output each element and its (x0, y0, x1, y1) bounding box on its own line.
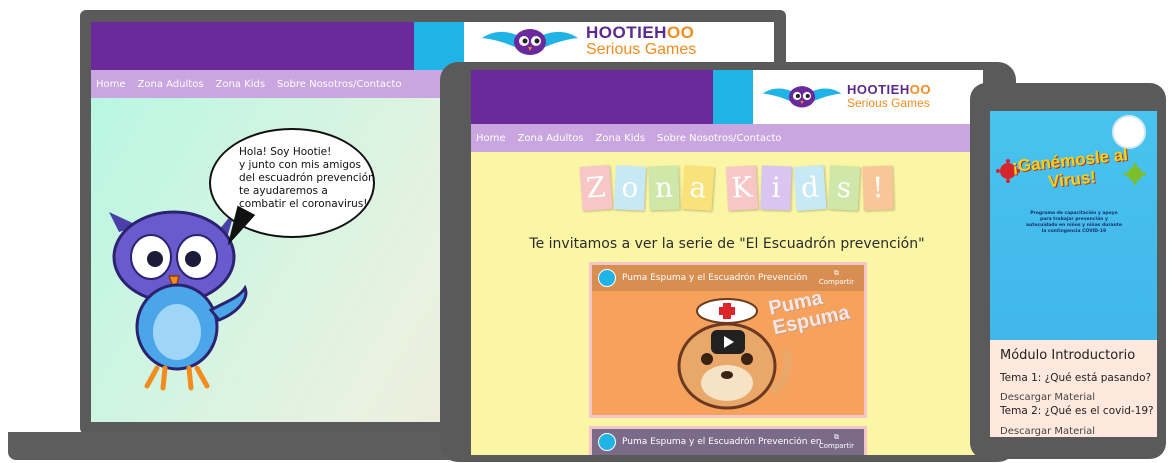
speech-line: del escuadrón prevención (239, 172, 375, 184)
brand-name: HOOTIEHOO (847, 81, 931, 97)
banner-letter: Z (579, 165, 613, 211)
header-logo-area: HOOTIEHOO Serious Games (753, 70, 983, 124)
banner-letter: o (613, 165, 647, 211)
banner-letter: d (793, 165, 827, 211)
brand-tagline: Serious Games (586, 41, 697, 58)
owl-logo-icon (482, 29, 578, 55)
header-bar (91, 22, 414, 70)
banner-letter: K (725, 165, 759, 211)
main-nav: Home Zona Adultos Zona Kids Sobre Nosotr… (471, 124, 983, 152)
banner-letter: s (827, 165, 861, 211)
speech-line: Hola! Soy Hootie! (239, 146, 332, 158)
lesson-link[interactable]: Tema 1: ¿Qué está pasando? (1000, 372, 1151, 384)
header-accent (713, 70, 753, 124)
share-icon: ⧉ (833, 269, 839, 277)
video-header: Puma Espuma y el Escuadrón Prevención en… (592, 429, 864, 455)
nav-sobre-nosotros[interactable]: Sobre Nosotros/Contacto (277, 79, 402, 90)
brand-logo[interactable]: HOOTIEHOO Serious Games (761, 82, 931, 110)
brand-tagline: Serious Games (847, 95, 930, 110)
speech-line: combatir el coronavirus! (239, 198, 368, 210)
brand-logo[interactable]: HOOTIEHOO Serious Games (480, 24, 696, 58)
channel-avatar (598, 433, 616, 451)
owl-logo-icon (762, 86, 842, 108)
speech-line: te ayudaremos a (239, 185, 328, 197)
share-icon: ⧉ (833, 433, 839, 441)
video-embed[interactable]: Puma Espuma y el Escuadrón Prevención en… (589, 426, 867, 455)
header-bar (471, 70, 713, 124)
play-button[interactable] (711, 330, 745, 354)
module-title: Módulo Introductorio (1000, 348, 1136, 363)
video-title[interactable]: Puma Espuma y el Escuadrón Prevención (622, 273, 808, 283)
tablet-viewport: HOOTIEHOO Serious Games Home Zona Adulto… (471, 70, 983, 455)
banner-letter: a (681, 165, 715, 211)
nav-home[interactable]: Home (476, 133, 506, 144)
lesson-link[interactable]: Tema 2: ¿Qué es el covid-19? (1000, 405, 1154, 417)
channel-avatar (598, 269, 616, 287)
nav-zona-kids[interactable]: Zona Kids (596, 133, 646, 144)
nav-zona-adultos[interactable]: Zona Adultos (138, 79, 204, 90)
speech-line: y junto con mis amigos (239, 159, 361, 171)
laptop-base (8, 432, 478, 460)
nav-sobre-nosotros[interactable]: Sobre Nosotros/Contacto (657, 133, 782, 144)
section-subtitle: Te invitamos a ver la serie de "El Escua… (529, 236, 925, 252)
zona-kids-banner: Z o n a K i d s ! (579, 165, 894, 211)
nav-zona-kids[interactable]: Zona Kids (216, 79, 266, 90)
hero-banner: ¡Ganémosle al Virus! Programa de capacit… (990, 111, 1157, 340)
puma-character-icon (677, 298, 792, 410)
brand-name: HOOTIEHOO (586, 23, 695, 42)
download-link[interactable]: Descargar Material (1000, 392, 1095, 403)
video-title[interactable]: Puma Espuma y el Escuadrón Prevención en… (622, 437, 822, 447)
hero-description: Programa de capacitación y apoyo para tr… (1026, 211, 1122, 234)
speech-text: Hola! Soy Hootie! y junto con mis amigos… (239, 146, 375, 211)
phone-viewport: ¡Ganémosle al Virus! Programa de capacit… (990, 111, 1157, 437)
hero-title: ¡Ganémosle al Virus! (1011, 145, 1129, 192)
banner-letter: n (648, 165, 680, 211)
video-embed[interactable]: Puma Espuma y el Escuadrón Prevención ⧉ … (589, 262, 867, 418)
share-button[interactable]: ⧉ Compartir (819, 433, 854, 451)
nav-zona-adultos[interactable]: Zona Adultos (518, 133, 584, 144)
share-label: Compartir (818, 442, 854, 450)
banner-letter: i (760, 165, 792, 211)
download-link[interactable]: Descargar Material (1000, 426, 1095, 437)
banner-letter: ! (862, 165, 894, 211)
nav-home[interactable]: Home (96, 79, 126, 90)
